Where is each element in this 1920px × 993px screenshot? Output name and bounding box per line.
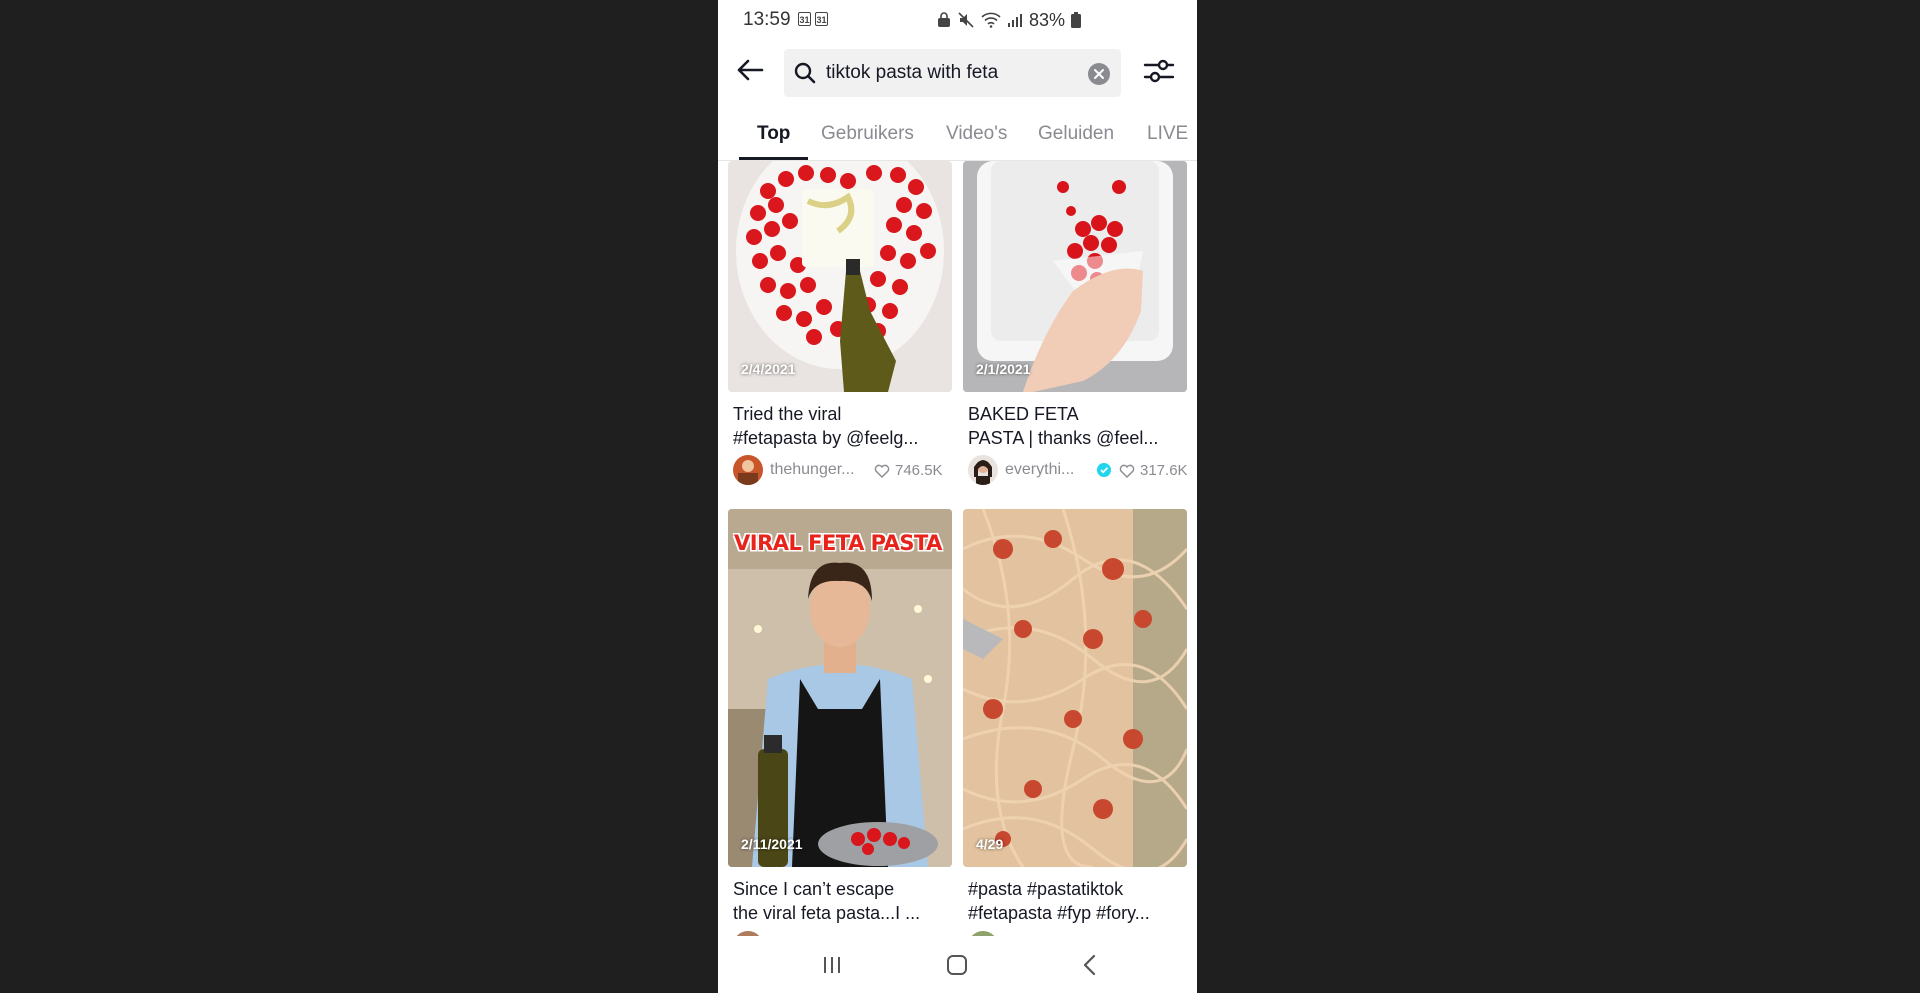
calendar-icon: 31 [815, 12, 828, 26]
back-button[interactable] [734, 54, 766, 86]
tab-sounds[interactable]: Geluiden [1038, 123, 1114, 145]
status-bar: 13:59 31 31 83% [718, 0, 1197, 40]
status-icons: 83% [937, 9, 1082, 31]
arrow-left-icon [737, 59, 764, 81]
tomato-feta-image [736, 161, 944, 392]
verified-badge [1097, 463, 1111, 477]
avatar[interactable] [733, 455, 763, 485]
tab-top[interactable]: Top [757, 123, 790, 145]
filter-button[interactable] [1142, 54, 1176, 88]
like-count: 317.6K [1140, 462, 1188, 479]
search-input[interactable] [826, 49, 1076, 97]
check-icon [1100, 467, 1109, 474]
phone-screen: 13:59 31 31 83% tiktok pasta with feta T… [718, 0, 1197, 993]
video-caption[interactable]: Since I can’t escape the viral feta past… [733, 877, 947, 925]
tab-videos[interactable]: Video's [946, 123, 1007, 145]
chevron-left-icon [1083, 954, 1096, 976]
video-meta: thehunger... 746.5K [733, 455, 952, 485]
sliders-icon [1143, 59, 1175, 83]
recent-apps-icon [824, 957, 840, 973]
feta-pasta-image [963, 509, 1187, 867]
video-meta: everythi... 317.6K [968, 455, 1188, 485]
search-box[interactable] [784, 49, 1121, 97]
video-caption[interactable]: BAKED FETA PASTA | thanks @feel... [968, 402, 1182, 450]
tab-live[interactable]: LIVE [1147, 123, 1188, 145]
video-date: 2/4/2021 [741, 361, 796, 377]
search-tabs: Top Gebruikers Video's Geluiden LIVE [718, 106, 1197, 161]
video-thumbnail[interactable]: VIRAL FETA PASTA 2/11/2021 [728, 509, 952, 867]
results-grid: 2/4/2021 Tried the viral #fetapasta by @… [718, 161, 1197, 936]
tab-users[interactable]: Gebruikers [821, 123, 914, 145]
recent-apps-button[interactable] [812, 950, 852, 980]
video-thumbnail[interactable]: 2/1/2021 [963, 161, 1187, 392]
calendar-icon: 31 [798, 12, 811, 26]
signal-icon [1008, 14, 1022, 27]
search-header [718, 40, 1197, 106]
active-tab-indicator [739, 157, 808, 160]
clear-icon [1088, 63, 1110, 85]
system-back-button[interactable] [1070, 950, 1110, 980]
like-count: 746.5K [895, 462, 943, 479]
video-date: 2/1/2021 [976, 361, 1031, 377]
lock-icon [938, 12, 950, 27]
video-date: 2/11/2021 [741, 836, 803, 852]
mute-icon [958, 12, 974, 28]
video-caption[interactable]: #pasta #pastatiktok #fetapasta #fyp #for… [968, 877, 1182, 925]
wifi-icon [981, 12, 1001, 28]
status-time: 13:59 [743, 9, 791, 30]
system-nav-bar [718, 936, 1197, 993]
video-caption[interactable]: Tried the viral #fetapasta by @feelg... [733, 402, 947, 450]
chef-video-image [728, 509, 952, 867]
username[interactable]: everythi... [1005, 461, 1074, 479]
video-date: 4/29 [976, 836, 1004, 852]
avatar[interactable] [968, 455, 998, 485]
home-button[interactable] [937, 950, 977, 980]
heart-icon [1119, 464, 1135, 478]
video-thumbnail[interactable]: 4/29 [963, 509, 1187, 867]
battery-level: 83% [1029, 9, 1066, 30]
baking-dish-image [963, 161, 1187, 392]
heart-icon [874, 464, 890, 478]
username[interactable]: thehunger... [770, 461, 855, 479]
search-icon [794, 62, 816, 84]
battery-icon [1071, 12, 1082, 28]
video-thumbnail[interactable]: 2/4/2021 [728, 161, 952, 392]
overlay-title: VIRAL FETA PASTA [734, 531, 942, 555]
home-icon [947, 955, 967, 975]
clear-search-button[interactable] [1087, 62, 1111, 86]
